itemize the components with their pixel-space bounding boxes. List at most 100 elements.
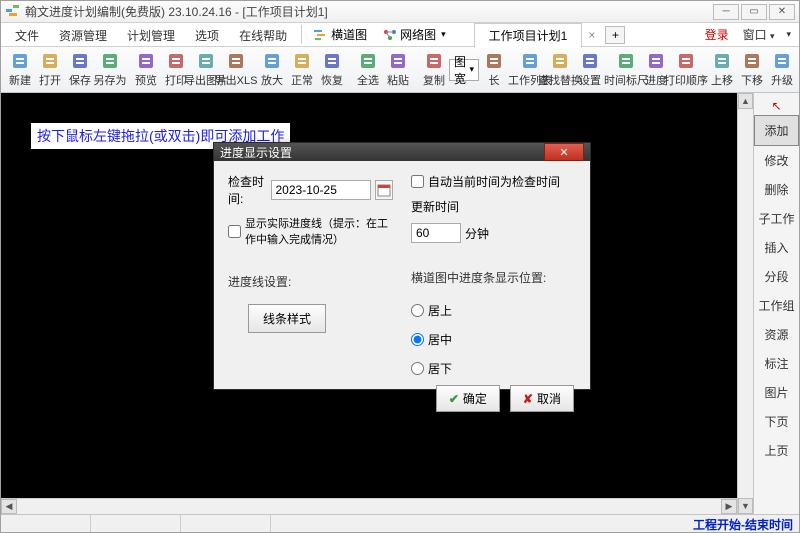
rpanel-删除[interactable]: 删除 — [754, 175, 799, 204]
add-tab-button[interactable]: + — [605, 26, 625, 44]
app-icon — [5, 5, 21, 19]
rpanel-图片[interactable]: 图片 — [754, 378, 799, 407]
window-title: 翰文进度计划编制(免费版) 23.10.24.16 - [工作项目计划1] — [25, 3, 713, 20]
pointer-icon: ↖ — [754, 99, 799, 115]
tool-icon — [358, 51, 378, 71]
tool-icon — [226, 51, 246, 71]
rpanel-工作组[interactable]: 工作组 — [754, 291, 799, 320]
login-link[interactable]: 登录 — [699, 24, 735, 45]
toolbar-10[interactable]: 恢复 — [317, 49, 347, 90]
view-network-tab[interactable]: 网络图▾ — [375, 23, 454, 46]
toolbar-9[interactable]: 正常 — [287, 49, 317, 90]
tool-icon — [322, 51, 342, 71]
toolbar-23[interactable]: 下移 — [737, 49, 767, 90]
toolbar-18[interactable]: 设置 — [575, 49, 605, 90]
close-tab-icon[interactable]: × — [582, 28, 601, 42]
toolbar-17[interactable]: 查找替换 — [545, 49, 575, 90]
tool-icon — [550, 51, 570, 71]
rpanel-添加[interactable]: 添加 — [754, 115, 799, 146]
toolbar-11[interactable]: 全选 — [353, 49, 383, 90]
horizontal-scrollbar[interactable]: ◀▶ — [1, 498, 737, 514]
pos-group-label: 横道图中进度条显示位置: — [411, 269, 576, 286]
calendar-icon[interactable] — [375, 180, 394, 200]
minimize-button[interactable]: ─ — [713, 4, 739, 20]
rpanel-插入[interactable]: 插入 — [754, 233, 799, 262]
check-time-input[interactable] — [271, 180, 371, 200]
tool-icon — [520, 51, 540, 71]
tool-icon — [676, 51, 696, 71]
toolbar-8[interactable]: 放大 — [257, 49, 287, 90]
tool-icon — [136, 51, 156, 71]
toolbar-13[interactable]: 复制 — [419, 49, 449, 90]
update-label: 更新时间 — [411, 198, 459, 215]
rpanel-上页[interactable]: 上页 — [754, 436, 799, 465]
titlebar: 翰文进度计划编制(免费版) 23.10.24.16 - [工作项目计划1] ─ … — [1, 1, 799, 23]
toolbar-19[interactable]: 时间标尺 — [611, 49, 641, 90]
tool-icon — [742, 51, 762, 71]
toolbar-2[interactable]: 保存 — [65, 49, 95, 90]
tool-icon — [772, 51, 792, 71]
toolbar-22[interactable]: 上移 — [707, 49, 737, 90]
ok-button[interactable]: ✔确定 — [436, 385, 500, 412]
tool-icon — [616, 51, 636, 71]
tool-icon — [484, 51, 504, 71]
auto-now-checkbox[interactable] — [411, 175, 424, 188]
cancel-button[interactable]: ✘取消 — [510, 385, 574, 412]
toolbar-7[interactable]: 导出XLS — [221, 49, 251, 90]
show-real-label: 显示实际进度线（提示：在工作中输入完成情况） — [245, 215, 393, 247]
toolbar-1[interactable]: 打开 — [35, 49, 65, 90]
pos-mid-radio[interactable] — [411, 333, 424, 346]
progress-settings-dialog: 进度显示设置 ✕ 检查时间: 显示实际进度线（提示：在工作中输入完成情况） 进度… — [213, 142, 591, 390]
toolbar-3[interactable]: 另存为 — [95, 49, 125, 90]
tool-icon — [262, 51, 282, 71]
style-menu[interactable]: ▾ — [782, 27, 795, 42]
document-tab[interactable]: 工作项目计划1 × + — [474, 23, 626, 46]
menu-help[interactable]: 在线帮助 — [229, 23, 297, 46]
window-menu[interactable]: 窗口 ▾ — [739, 24, 779, 45]
pos-bot-radio[interactable] — [411, 362, 424, 375]
menu-plan[interactable]: 计划管理 — [117, 23, 185, 46]
dialog-close-button[interactable]: ✕ — [544, 143, 584, 161]
toolbar-15[interactable]: 长 — [479, 49, 509, 90]
cross-icon: ✘ — [523, 392, 533, 406]
check-icon: ✔ — [449, 392, 459, 406]
auto-now-label: 自动当前时间为检查时间 — [428, 173, 560, 190]
line-group-label: 进度线设置: — [228, 273, 393, 290]
tool-icon — [100, 51, 120, 71]
rpanel-资源[interactable]: 资源 — [754, 320, 799, 349]
rpanel-分段[interactable]: 分段 — [754, 262, 799, 291]
tool-icon — [40, 51, 60, 71]
vertical-scrollbar[interactable]: ▲▼ — [737, 93, 753, 514]
network-icon — [383, 29, 397, 41]
toolbar-0[interactable]: 新建 — [5, 49, 35, 90]
status-right: 工程开始-结束时间 — [687, 515, 799, 532]
maximize-button[interactable]: ▭ — [741, 4, 767, 20]
rpanel-子工作[interactable]: 子工作 — [754, 204, 799, 233]
close-button[interactable]: ✕ — [769, 4, 795, 20]
rpanel-下页[interactable]: 下页 — [754, 407, 799, 436]
toolbar-25[interactable]: 降级 — [797, 49, 799, 90]
tool-icon — [196, 51, 216, 71]
toolbar-12[interactable]: 粘贴 — [383, 49, 413, 90]
menu-file[interactable]: 文件 — [5, 23, 49, 46]
pos-top-radio[interactable] — [411, 304, 424, 317]
view-gantt-tab[interactable]: 横道图 — [306, 23, 375, 46]
tool-icon — [580, 51, 600, 71]
update-unit: 分钟 — [465, 225, 489, 242]
menu-options[interactable]: 选项 — [185, 23, 229, 46]
check-time-label: 检查时间: — [228, 173, 267, 207]
update-input[interactable] — [411, 223, 461, 243]
show-real-checkbox[interactable] — [228, 225, 241, 238]
rpanel-修改[interactable]: 修改 — [754, 146, 799, 175]
right-panel: ↖ 添加修改删除子工作插入分段工作组资源标注图片下页上页 — [753, 93, 799, 514]
tool-icon — [70, 51, 90, 71]
toolbar-21[interactable]: 打印顺序 — [671, 49, 701, 90]
rpanel-标注[interactable]: 标注 — [754, 349, 799, 378]
dialog-titlebar[interactable]: 进度显示设置 ✕ — [214, 143, 590, 161]
toolbar-4[interactable]: 预览 — [131, 49, 161, 90]
line-style-button[interactable]: 线条样式 — [248, 304, 326, 333]
width-select[interactable]: 图宽▾ — [449, 59, 479, 81]
tool-icon — [292, 51, 312, 71]
menu-resource[interactable]: 资源管理 — [49, 23, 117, 46]
toolbar-24[interactable]: 升级 — [767, 49, 797, 90]
